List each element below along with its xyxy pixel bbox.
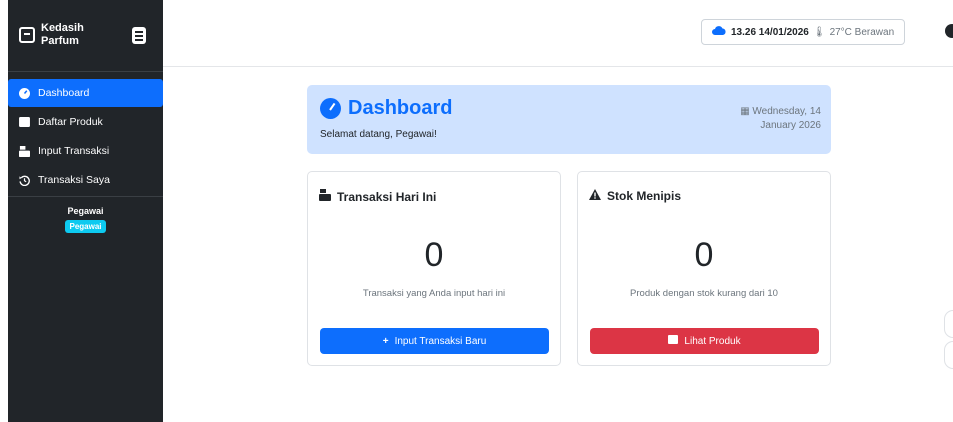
button-label: Input Transaksi Baru [394,335,487,347]
box-icon [18,117,30,127]
weather-widget: 13.26 14/01/2026 🌡 27°C Berawan [701,19,905,45]
warning-icon [589,189,601,203]
sidebar-toggle-icon[interactable] [132,27,146,44]
store-logo-icon [19,27,35,43]
user-circle-icon[interactable] [945,24,953,38]
sidebar-item-label: Transaksi Saya [38,174,110,186]
sidebar-item-label: Input Transaksi [38,145,110,157]
transaction-count: 0 [424,236,444,274]
plus-icon: + [382,335,389,347]
card-title-text: Transaksi Hari Ini [337,189,437,204]
low-stock-count: 0 [694,236,714,274]
cloud-icon [712,26,726,38]
card-transaksi-hari-ini: Transaksi Hari Ini 0 Transaksi yang Anda… [307,171,561,366]
sidebar-item-input-transaksi[interactable]: Input Transaksi [8,137,163,165]
sidebar-item-transaksi-saya[interactable]: Transaksi Saya [8,166,163,194]
sidebar-divider [8,196,163,197]
floating-edge-button[interactable] [944,310,953,338]
register-icon [319,189,331,204]
sidebar-item-daftar-produk[interactable]: Daftar Produk [8,108,163,136]
button-label: Lihat Produk [684,335,741,347]
sidebar: Kedasih Parfum Dashboard Daftar Produk I… [8,0,163,422]
dashboard-header: Dashboard Selamat datang, Pegawai! ▦ Wed… [307,85,831,154]
current-date: ▦ Wednesday, 14 January 2026 [711,105,821,133]
card-stok-menipis: Stok Menipis 0 Produk dengan stok kurang… [577,171,831,366]
floating-edge-button[interactable] [944,341,953,369]
history-icon [18,175,30,186]
sidebar-user: Pegawai Pegawai [8,206,163,234]
user-name: Pegawai [67,206,104,216]
calendar-icon: ▦ [740,106,753,117]
welcome-text: Selamat datang, Pegawai! [320,129,437,140]
lihat-produk-button[interactable]: Lihat Produk [590,328,819,354]
sidebar-item-dashboard[interactable]: Dashboard [8,79,163,107]
card-title: Stok Menipis [589,189,681,203]
datetime-text: 13.26 14/01/2026 [731,26,809,38]
topbar: 13.26 14/01/2026 🌡 27°C Berawan [163,0,953,67]
sidebar-item-label: Daftar Produk [38,116,103,128]
date-text: Wednesday, 14 January 2026 [752,106,821,131]
sidebar-nav: Dashboard Daftar Produk Input Transaksi … [8,79,163,197]
card-title-text: Stok Menipis [607,189,682,203]
thermometer-icon: 🌡 [812,26,826,38]
page-title: Dashboard [320,97,452,120]
role-badge: Pegawai [65,220,106,233]
card-title: Transaksi Hari Ini [319,189,436,204]
gauge-icon [320,98,341,119]
page-title-text: Dashboard [348,97,453,119]
box-icon [668,335,679,347]
card-description: Produk dengan stok kurang dari 10 [630,288,778,299]
gauge-icon [18,87,30,99]
temperature-text: 27°C Berawan [829,26,895,38]
register-icon [18,145,30,157]
input-transaksi-baru-button[interactable]: + Input Transaksi Baru [320,328,549,354]
brand-name: Kedasih Parfum [41,22,84,47]
brand: Kedasih Parfum [8,0,163,72]
sidebar-item-label: Dashboard [38,87,90,99]
card-description: Transaksi yang Anda input hari ini [362,288,506,299]
